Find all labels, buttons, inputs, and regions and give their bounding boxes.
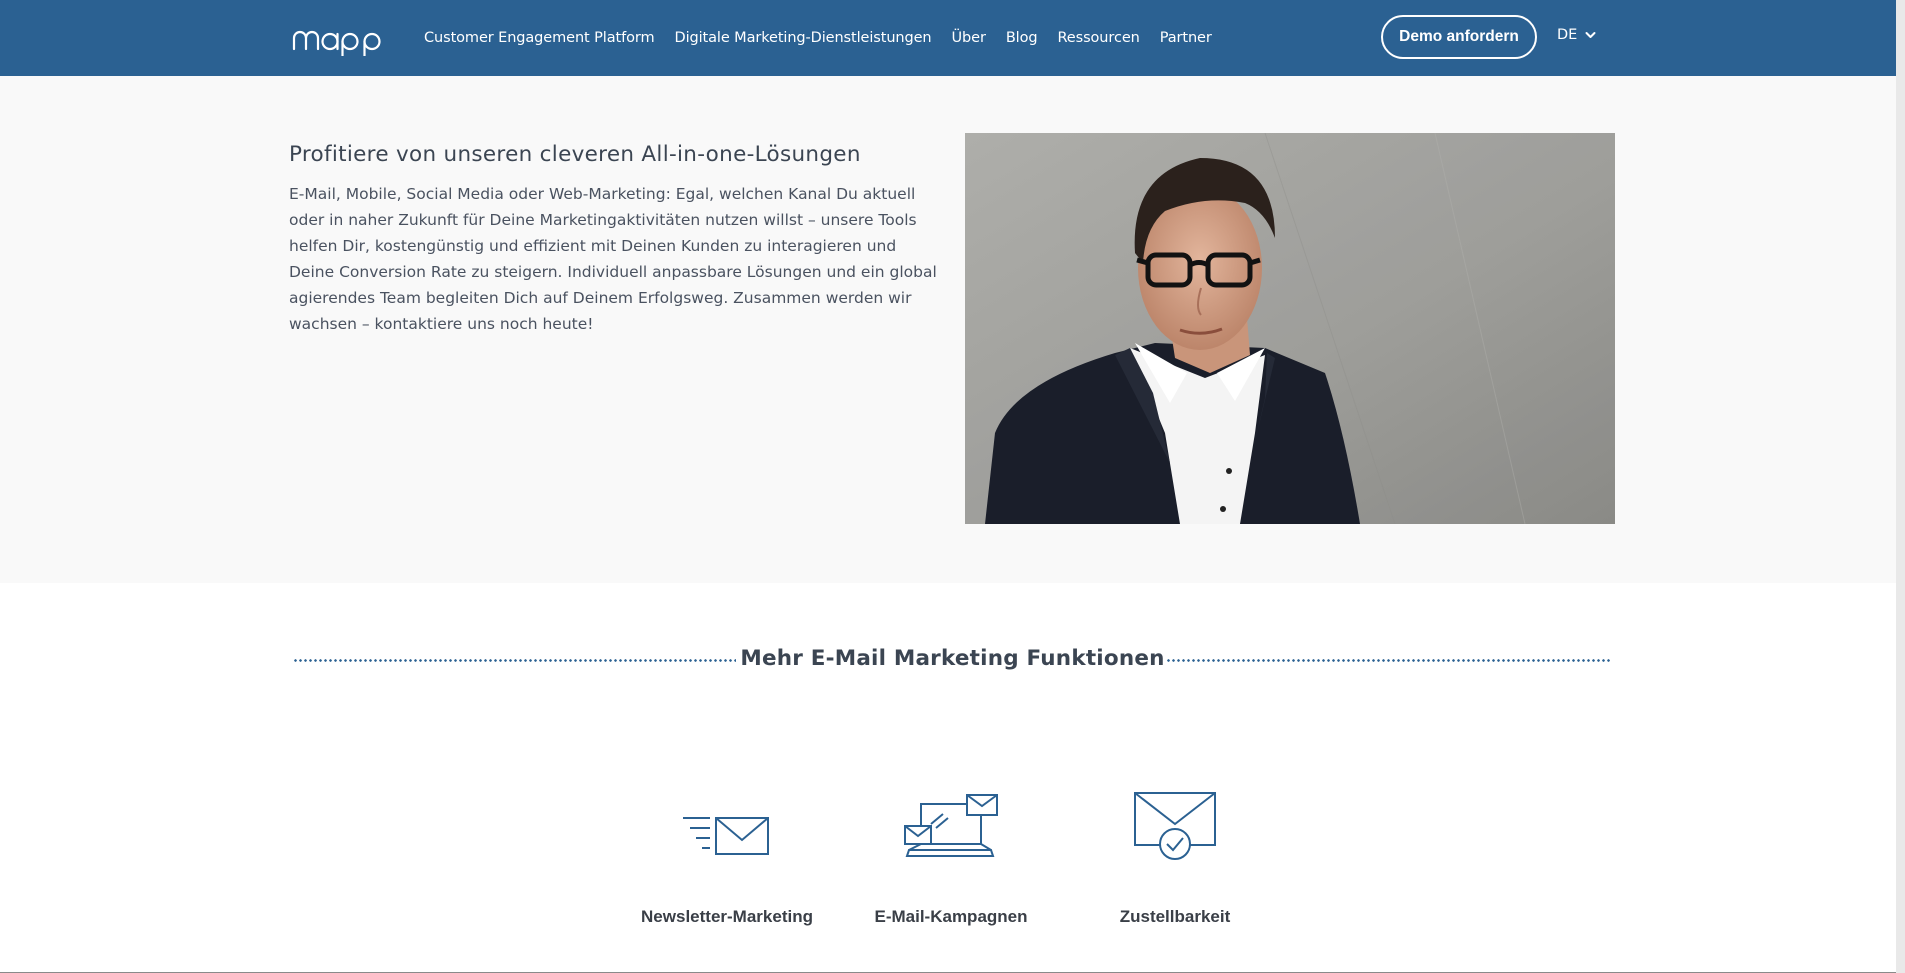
nav-about[interactable]: Über <box>952 30 986 46</box>
language-label: DE <box>1557 27 1578 43</box>
demo-request-button[interactable]: Demo anfordern <box>1381 15 1537 59</box>
feature-email-campaigns[interactable]: E-Mail-Kampagnen <box>851 790 1051 927</box>
chevron-down-icon <box>1585 32 1596 38</box>
nav-resources[interactable]: Ressourcen <box>1057 30 1139 46</box>
feature-deliverability[interactable]: Zustellbarkeit <box>1075 790 1275 927</box>
feature-label: Zustellbarkeit <box>1119 907 1231 926</box>
features-title: Mehr E-Mail Marketing Funktionen <box>740 646 1165 671</box>
hero-description: E-Mail, Mobile, Social Media oder Web-Ma… <box>289 185 937 333</box>
envelope-fast-icon <box>683 817 769 855</box>
page: Customer Engagement Platform Digitale Ma… <box>0 0 1905 973</box>
feature-newsletter-marketing[interactable]: Newsletter-Marketing <box>627 790 827 927</box>
feature-label: Newsletter-Marketing <box>641 907 813 926</box>
nav-blog[interactable]: Blog <box>1006 30 1038 46</box>
dotted-divider-right <box>1166 659 1612 662</box>
top-navigation-bar: Customer Engagement Platform Digitale Ma… <box>0 0 1905 76</box>
nav-customer-engagement-platform[interactable]: Customer Engagement Platform <box>424 30 655 46</box>
main-nav: Customer Engagement Platform Digitale Ma… <box>424 0 1232 76</box>
portrait-illustration <box>965 133 1615 524</box>
nav-partner[interactable]: Partner <box>1160 30 1212 46</box>
mapp-logo[interactable] <box>292 22 388 56</box>
hero-portrait-image <box>965 133 1615 524</box>
features-heading-row: Mehr E-Mail Marketing Funktionen <box>0 640 1905 680</box>
feature-label: E-Mail-Kampagnen <box>874 907 1028 926</box>
laptop-emails-icon <box>904 794 998 857</box>
language-selector[interactable]: DE <box>1557 27 1596 43</box>
nav-digital-marketing-services[interactable]: Digitale Marketing-Dienstleistungen <box>675 30 932 46</box>
hero-title: Profitiere von unseren cleveren All-in-o… <box>289 142 861 167</box>
scrollbar-track[interactable] <box>1896 0 1905 973</box>
hero-section: Profitiere von unseren cleveren All-in-o… <box>0 76 1905 583</box>
mapp-logo-icon <box>292 30 381 56</box>
envelope-check-icon <box>1134 792 1216 860</box>
